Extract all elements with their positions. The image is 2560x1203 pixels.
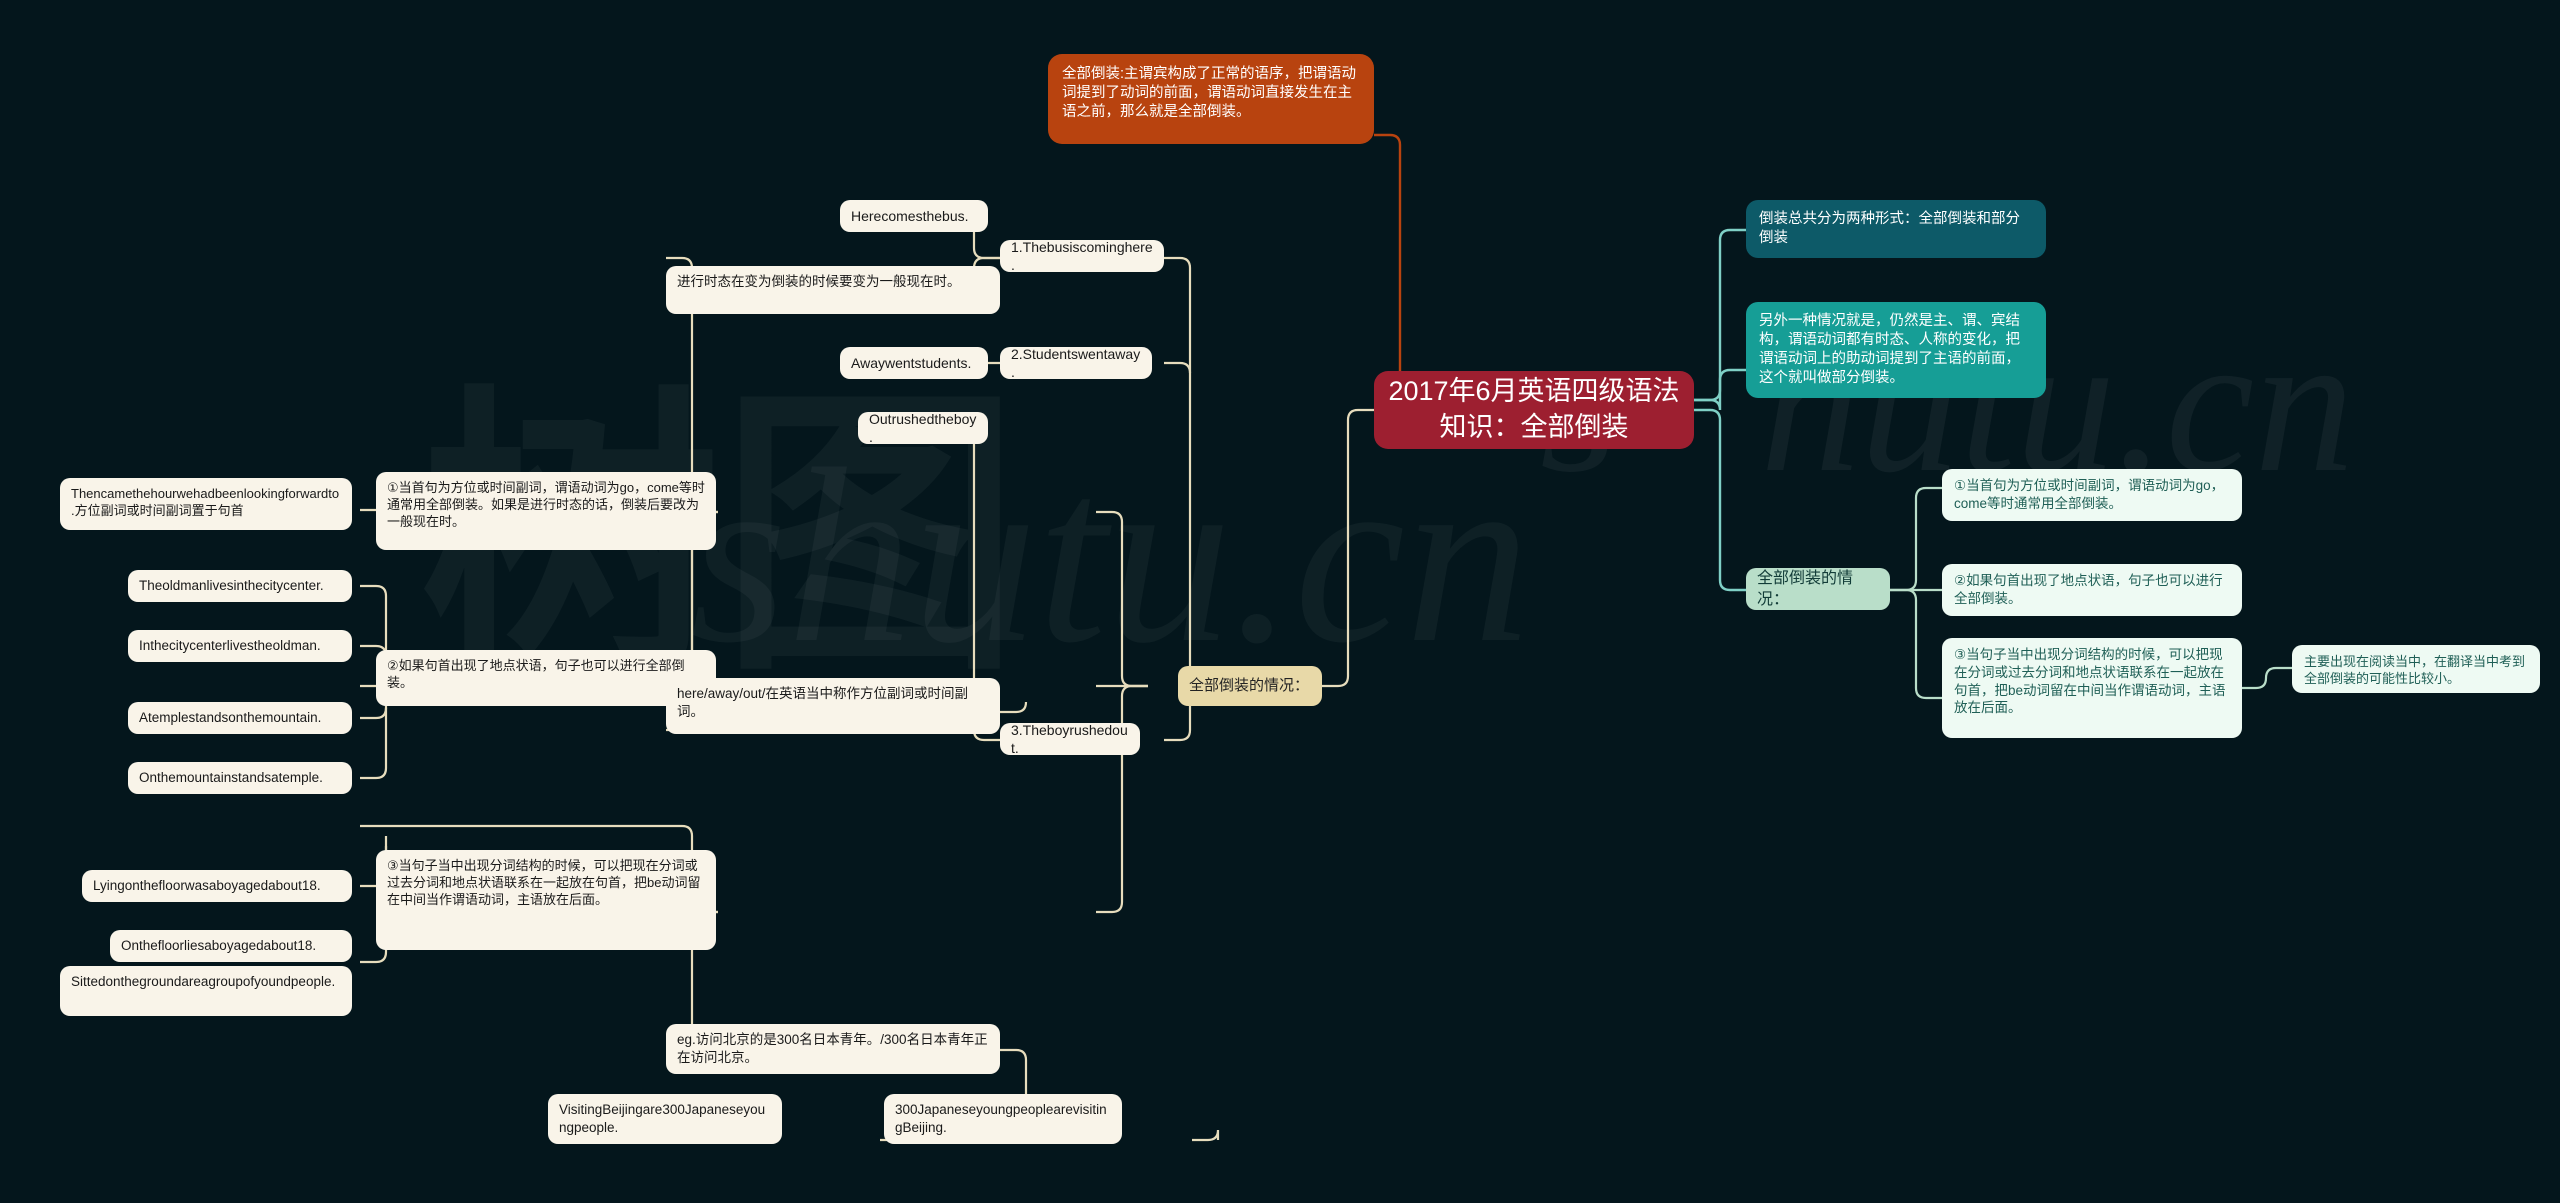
- note-exam-tip[interactable]: 主要出现在阅读当中，在翻译当中考到全部倒装的可能性比较小。: [2292, 645, 2540, 693]
- inverted-sentence-2[interactable]: Awaywentstudents.: [840, 347, 988, 379]
- location-example-1[interactable]: Thencamethehourwehadbeenlookingforwardto…: [60, 478, 352, 530]
- note-full-inversion-definition[interactable]: 全部倒装:主谓宾构成了正常的语序，把谓语动词提到了动词的前面，谓语动词直接发生在…: [1048, 54, 1374, 144]
- participle-example-2[interactable]: Onthefloorliesaboyagedabout18.: [110, 930, 352, 962]
- inverted-sentence-3[interactable]: Outrushedtheboy.: [858, 411, 988, 445]
- beijing-example-2[interactable]: 300JapaneseyoungpeoplearevisitingBeijing…: [884, 1094, 1122, 1144]
- note-directional-adverbs[interactable]: here/away/out/在英语当中称作方位副词或时间副词。: [666, 678, 1000, 734]
- case-1-right[interactable]: ①当首句为方位或时间副词，谓语动词为go，come等时通常用全部倒装。: [1942, 469, 2242, 521]
- note-partial-inversion[interactable]: 另外一种情况就是，仍然是主、谓、宾结构，谓语动词都有时态、人称的变化，把谓语动词…: [1746, 302, 2046, 398]
- svg-text:shutu.cn: shutu.cn: [690, 418, 1530, 695]
- case-3-right[interactable]: ③当句子当中出现分词结构的时候，可以把现在分词或过去分词和地点状语联系在一起放在…: [1942, 638, 2242, 738]
- location-example-4[interactable]: Atemplestandsonthemountain.: [128, 702, 352, 734]
- inverted-sentence-1[interactable]: Herecomesthebus.: [840, 200, 988, 232]
- label-full-inversion-cases-right[interactable]: 全部倒装的情况：: [1746, 568, 1890, 610]
- note-beijing-translation[interactable]: eg.访问北京的是300名日本青年。/300名日本青年正在访问北京。: [666, 1024, 1000, 1074]
- note-two-forms[interactable]: 倒装总共分为两种形式：全部倒装和部分倒装: [1746, 200, 2046, 258]
- location-example-3[interactable]: Inthecitycenterlivestheoldman.: [128, 630, 352, 662]
- participle-example-1[interactable]: Lyingonthefloorwasaboyagedabout18.: [82, 870, 352, 902]
- participle-example-3-visible[interactable]: Sittedonthegroundareagroupofyoundpeople.: [60, 966, 352, 1016]
- beijing-example-1[interactable]: VisitingBeijingare300Japaneseyoungpeople…: [548, 1094, 782, 1144]
- note-progressive-tense[interactable]: 进行时态在变为倒装的时候要变为一般现在时。: [666, 266, 1000, 314]
- label-full-inversion-cases-left[interactable]: 全部倒装的情况：: [1178, 666, 1322, 706]
- root-node[interactable]: 2017年6月英语四级语法知识：全部倒装: [1374, 371, 1694, 449]
- example-sentence-1[interactable]: 1.Thebusiscominghere.: [1000, 239, 1164, 273]
- example-sentence-3[interactable]: 3.Theboyrushedout.: [1000, 722, 1140, 756]
- rule-3-left[interactable]: ③当句子当中出现分词结构的时候，可以把现在分词或过去分词和地点状语联系在一起放在…: [376, 850, 716, 950]
- rule-2-left[interactable]: ②如果句首出现了地点状语，句子也可以进行全部倒装。: [376, 650, 716, 706]
- location-example-5[interactable]: Onthemountainstandsatemple.: [128, 762, 352, 794]
- example-sentence-2[interactable]: 2.Studentswentaway.: [1000, 346, 1152, 380]
- case-2-right[interactable]: ②如果句首出现了地点状语，句子也可以进行全部倒装。: [1942, 564, 2242, 616]
- mindmap-canvas[interactable]: 树图 shutu.cn hutu.cn s: [0, 0, 2560, 1203]
- rule-1-left[interactable]: ①当首句为方位或时间副词，谓语动词为go，come等时通常用全部倒装。如果是进行…: [376, 472, 716, 550]
- location-example-2[interactable]: Theoldmanlivesinthecitycenter.: [128, 570, 352, 602]
